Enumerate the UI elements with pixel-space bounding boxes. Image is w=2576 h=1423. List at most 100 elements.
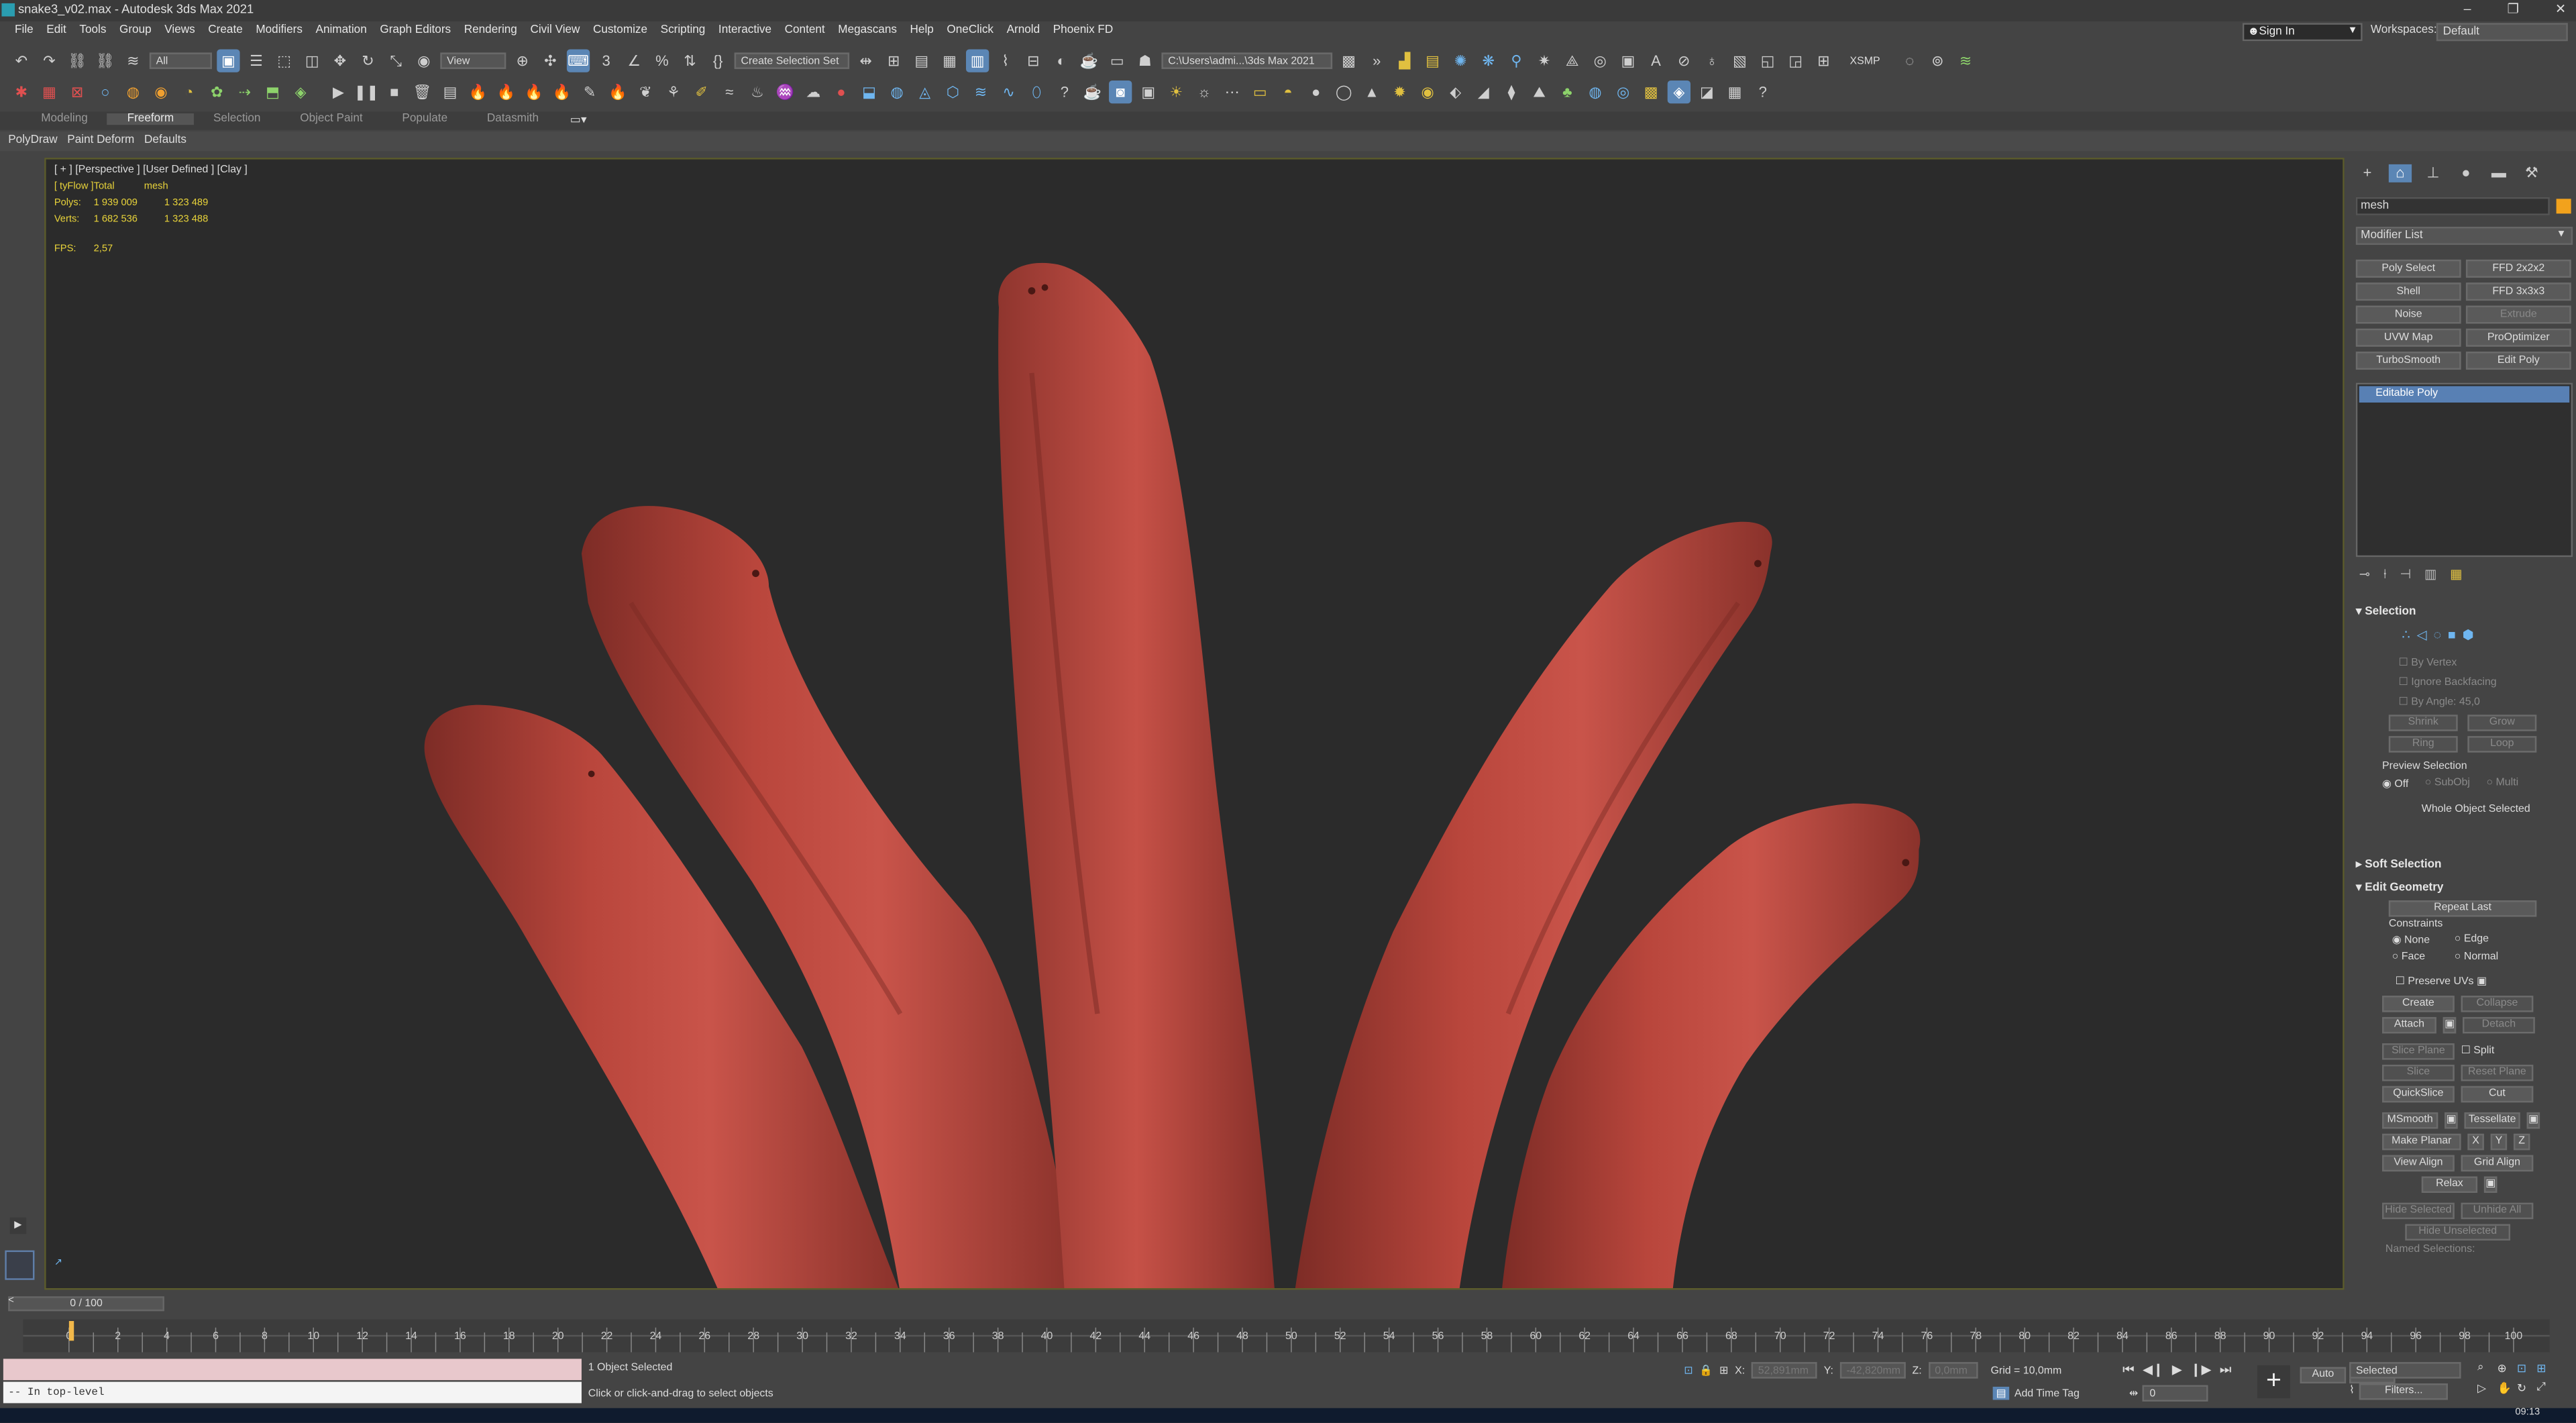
phoenix-source-icon[interactable]: ⟁: [1561, 49, 1584, 72]
ipr-icon[interactable]: ◪: [1695, 81, 1718, 103]
phoenix-splash-icon[interactable]: ⇢: [233, 81, 256, 103]
ribbon-tab-populate[interactable]: Populate: [382, 113, 467, 125]
modifier-stack[interactable]: Editable Poly: [2355, 382, 2573, 558]
show-end-result-icon[interactable]: ⍿: [2383, 567, 2387, 583]
sky-icon[interactable]: ◉: [1416, 81, 1439, 103]
place-icon[interactable]: ◉: [413, 49, 435, 72]
layer-explorer-icon[interactable]: ▦: [938, 49, 961, 72]
menu-rendering[interactable]: Rendering: [458, 25, 524, 36]
select-object-icon[interactable]: ▣: [217, 49, 240, 72]
ribbon-tab-object-paint[interactable]: Object Paint: [280, 113, 382, 125]
ribbon-tab-selection[interactable]: Selection: [194, 113, 280, 125]
help-icon[interactable]: ?: [1053, 81, 1076, 103]
menu-scripting[interactable]: Scripting: [654, 25, 712, 36]
zoom-extents-all-icon[interactable]: ⊞: [2536, 1362, 2556, 1375]
grid-align-button[interactable]: Grid Align: [2461, 1155, 2534, 1172]
menu-views[interactable]: Views: [158, 25, 201, 36]
key-filter-dropdown[interactable]: Selected: [2349, 1362, 2461, 1379]
phoenix-liquid-icon[interactable]: ⚲: [1505, 49, 1527, 72]
preview-subobj-radio[interactable]: ○ SubObj: [2425, 777, 2470, 790]
absolute-mode-icon[interactable]: ⊞: [1719, 1364, 1728, 1377]
ribbon-toggle-icon[interactable]: ▥: [966, 49, 989, 72]
dome-icon[interactable]: ◓: [1277, 81, 1299, 103]
fire-source-icon[interactable]: 🔥: [467, 81, 490, 103]
preserve-uvs-checkbox[interactable]: ☐ Preserve UVs ▣: [2396, 974, 2573, 988]
menu-content[interactable]: Content: [778, 25, 832, 36]
display-tab-icon[interactable]: ▬: [2487, 164, 2510, 182]
phoenix-smoke-icon[interactable]: ◍: [121, 81, 144, 103]
scene-explorer-icon[interactable]: ▤: [910, 49, 933, 72]
time-cursor[interactable]: [68, 1320, 74, 1341]
select-manipulate-icon[interactable]: ✣: [539, 49, 561, 72]
grow-button[interactable]: Grow: [2467, 715, 2537, 731]
phoenix-camera-icon[interactable]: ◎: [1589, 49, 1611, 72]
attach-button[interactable]: Attach: [2382, 1016, 2436, 1034]
phoenix-foam-icon[interactable]: ▣: [1617, 49, 1640, 72]
sphere-icon[interactable]: ●: [1304, 81, 1327, 103]
go-to-start-icon[interactable]: ⏮: [2123, 1362, 2135, 1378]
stop-icon[interactable]: ■: [383, 81, 406, 103]
pivot-center-icon[interactable]: ⊕: [511, 49, 534, 72]
record-icon[interactable]: ●: [830, 81, 853, 103]
fire-grid-icon[interactable]: 🔥: [494, 81, 517, 103]
maxscript-output[interactable]: -- In top-level: [3, 1381, 582, 1404]
viewport-layout-icon[interactable]: ⊞: [1812, 49, 1835, 72]
modifier-button-ffd-3x3x3[interactable]: FFD 3x3x3: [2465, 282, 2571, 301]
modifier-button-extrude[interactable]: Extrude: [2465, 305, 2571, 324]
menu-civil-view[interactable]: Civil View: [524, 25, 587, 36]
keyboard-shortcut-override-icon[interactable]: ⌨: [566, 49, 590, 72]
make-planar-button[interactable]: Make Planar: [2382, 1133, 2461, 1151]
modifier-button-edit-poly[interactable]: Edit Poly: [2465, 352, 2571, 370]
remove-modifier-icon[interactable]: ▥: [2424, 567, 2437, 583]
menu-help[interactable]: Help: [904, 25, 941, 36]
quickslice-button[interactable]: QuickSlice: [2382, 1086, 2455, 1103]
phoenix-settings-icon[interactable]: ▧: [1728, 49, 1751, 72]
align-icon[interactable]: ⊞: [882, 49, 905, 72]
menu-group[interactable]: Group: [113, 25, 158, 36]
asset-icon[interactable]: ⋯: [1221, 81, 1244, 103]
modifier-button-uvw-map[interactable]: UVW Map: [2355, 328, 2461, 347]
make-planar-x-button[interactable]: X: [2467, 1133, 2484, 1151]
vertex-icon[interactable]: ∴: [2402, 628, 2410, 643]
soft-selection-rollout-header[interactable]: ▸ Soft Selection: [2356, 857, 2442, 871]
liquid-wave-icon[interactable]: ∿: [998, 81, 1020, 103]
constraint-edge-radio[interactable]: ○ Edge: [2455, 933, 2520, 947]
create-button[interactable]: Create: [2382, 996, 2455, 1012]
time-tag-icon[interactable]: ▤: [1992, 1386, 2010, 1400]
render-icon[interactable]: ◎: [1611, 81, 1634, 103]
edit-named-sets-icon[interactable]: {}: [706, 49, 729, 72]
menu-modifiers[interactable]: Modifiers: [250, 25, 309, 36]
pin-stack-icon[interactable]: ⊸: [2359, 567, 2370, 583]
previous-frame-icon[interactable]: ◀❙: [2143, 1362, 2163, 1378]
particle-icon[interactable]: ✺: [1449, 49, 1472, 72]
go-to-end-icon[interactable]: ⏭: [2220, 1362, 2232, 1378]
paint-icon[interactable]: ✐: [690, 81, 713, 103]
ribbon-subtab-paint-deform[interactable]: Paint Deform: [67, 135, 134, 146]
menu-oneclick[interactable]: OneClick: [941, 25, 1000, 36]
x-coordinate-field[interactable]: 52,891mm: [1751, 1362, 1817, 1379]
phoenix-texture-icon[interactable]: ⊘: [1672, 49, 1695, 72]
menu-interactive[interactable]: Interactive: [712, 25, 778, 36]
ribbon-tab-datasmith[interactable]: Datasmith: [468, 113, 559, 125]
constraint-face-radio[interactable]: ○ Face: [2392, 951, 2455, 963]
repeat-last-button[interactable]: Repeat Last: [2388, 900, 2537, 917]
utilities-tab-icon[interactable]: ⚒: [2520, 164, 2543, 182]
liquid-emit-icon[interactable]: ◬: [914, 81, 936, 103]
notes-icon[interactable]: ▤: [1421, 49, 1444, 72]
phoenix-burn-icon[interactable]: ◉: [150, 81, 172, 103]
window-float-icon[interactable]: ◲: [1784, 49, 1807, 72]
by-angle-checkbox[interactable]: ☐ By Angle: 45,0: [2399, 695, 2573, 708]
undo-icon[interactable]: ↶: [10, 49, 33, 72]
light-portal-icon[interactable]: ◢: [1472, 81, 1495, 103]
modifier-button-shell[interactable]: Shell: [2355, 282, 2461, 301]
menu-edit[interactable]: Edit: [40, 25, 72, 36]
bind-spacewarp-icon[interactable]: ≋: [121, 49, 144, 72]
timeline-ruler[interactable]: 0246810121416182022242628303234363840424…: [23, 1319, 2550, 1353]
menu-megascans[interactable]: Megascans: [831, 25, 903, 36]
modifier-button-prooptimizer[interactable]: ProOptimizer: [2465, 328, 2571, 347]
select-rotate-icon[interactable]: ↻: [356, 49, 379, 72]
ref-coord-dropdown[interactable]: View: [440, 52, 506, 69]
unhide-all-button[interactable]: Unhide All: [2461, 1202, 2534, 1220]
menu-customize[interactable]: Customize: [586, 25, 654, 36]
select-scale-icon[interactable]: ⤡: [384, 49, 407, 72]
